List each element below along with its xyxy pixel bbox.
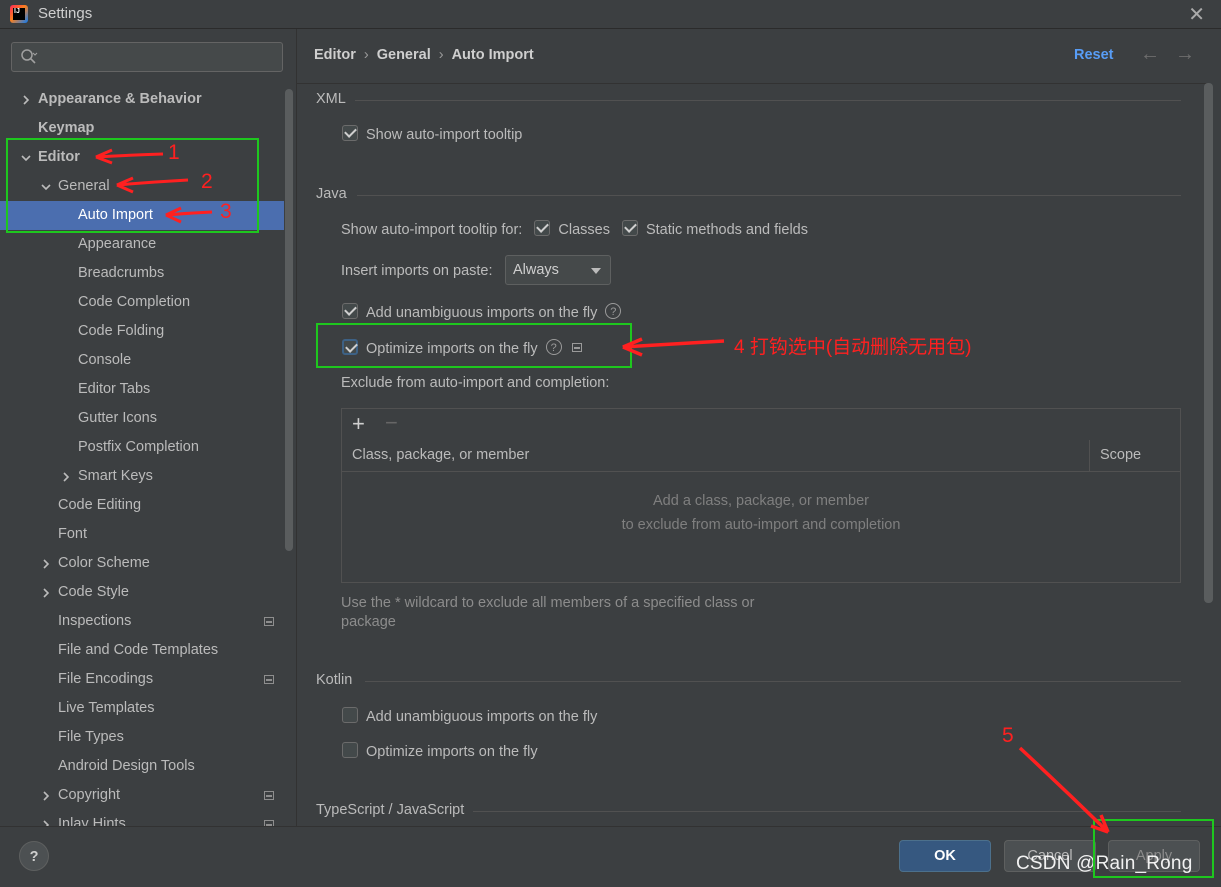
arrow-to-editor bbox=[95, 148, 164, 165]
annotation-arrows bbox=[95, 148, 1110, 834]
arrow-to-optimize bbox=[622, 337, 725, 357]
arrow-to-apply bbox=[1018, 746, 1110, 834]
arrow-to-auto-import bbox=[165, 206, 213, 224]
arrow-to-general bbox=[116, 176, 189, 194]
